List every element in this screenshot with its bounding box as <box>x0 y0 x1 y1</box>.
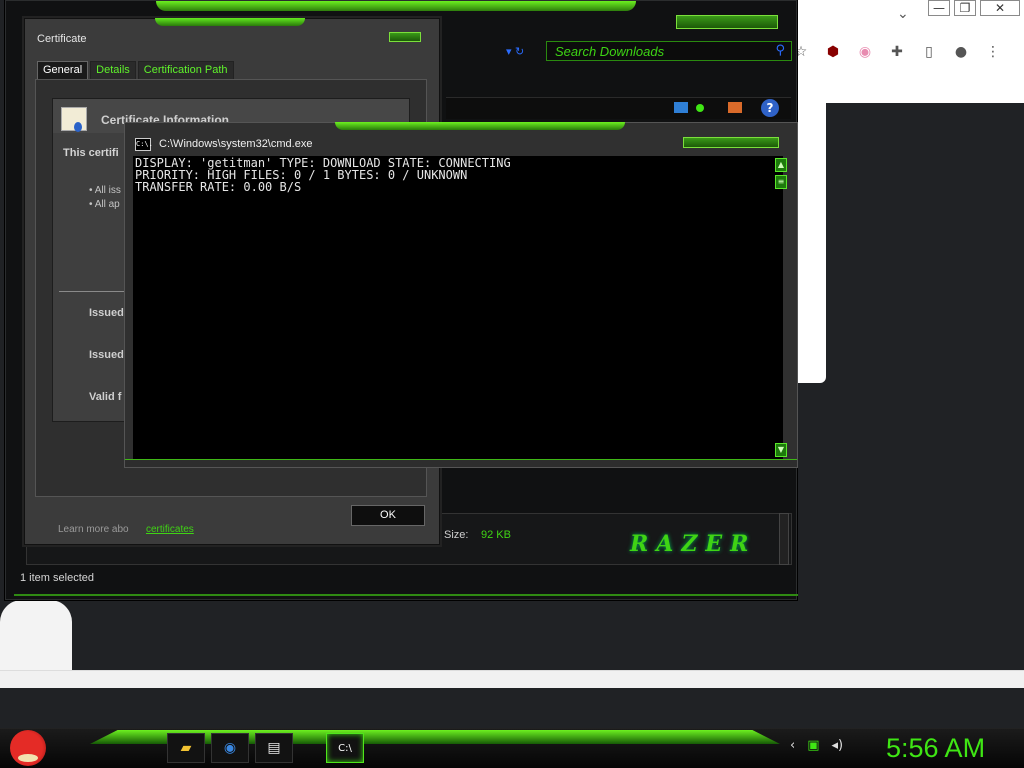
status-bar-text: 1 item selected <box>20 572 94 584</box>
valid-from-label: Valid f <box>89 391 122 403</box>
sidepanel-icon[interactable]: ▯ <box>920 43 938 61</box>
purpose-text: This certifi <box>63 147 119 159</box>
search-icon[interactable]: ⚲ <box>775 43 785 58</box>
bottom-accent <box>14 594 798 596</box>
extensions-icon[interactable]: ✚ <box>888 43 906 61</box>
window-controls[interactable] <box>676 15 778 29</box>
dialog-title: Certificate <box>37 33 87 45</box>
title-glow <box>335 122 625 130</box>
flag-icon[interactable]: ◉ <box>856 43 874 61</box>
explorer-toolbar: ? <box>446 97 791 119</box>
volume-icon[interactable]: ◂) <box>832 738 844 753</box>
window-title: C:\Windows\system32\cmd.exe <box>159 138 313 150</box>
scroll-up-button[interactable]: ▲ <box>775 158 787 172</box>
cmd-icon: C:\. <box>135 138 153 151</box>
cmd-taskbar-icon[interactable]: C:\ <box>326 733 364 763</box>
purpose-bullet: • All iss <box>89 185 121 196</box>
help-icon[interactable]: ? <box>761 99 779 117</box>
certificate-icon <box>61 107 87 132</box>
title-glow <box>156 1 636 11</box>
issued-to-label: Issued <box>89 307 124 319</box>
show-hidden-icons-icon[interactable]: ‹ <box>790 738 795 753</box>
search-placeholder: Search Downloads <box>555 44 665 59</box>
issued-by-label: Issued <box>89 349 124 361</box>
tab-general[interactable]: General <box>37 61 89 80</box>
ublock-icon[interactable]: ⬢ <box>824 43 842 61</box>
chrome-toolbar: ☆ ⬢ ◉ ✚ ▯ ● ⋮ <box>792 38 1002 66</box>
profile-icon[interactable]: ● <box>952 43 970 61</box>
title-glow <box>155 18 305 26</box>
pane-icon[interactable] <box>728 102 742 113</box>
console-line: TRANSFER RATE: 0.00 B/S <box>135 180 302 194</box>
chevron-down-icon[interactable]: ⌄ <box>897 6 909 22</box>
system-tray: ‹ ▣ ◂) <box>790 738 843 753</box>
cmd-window: C:\. C:\Windows\system32\cmd.exe DISPLAY… <box>124 122 798 468</box>
chrome-taskbar-icon[interactable]: ◉ <box>211 733 249 763</box>
size-label: Size: <box>444 529 469 541</box>
network-icon[interactable]: ▣ <box>807 738 819 753</box>
chrome-minimize-button[interactable]: — <box>928 0 950 16</box>
scroll-down-button[interactable]: ▼ <box>775 443 787 457</box>
purpose-bullet: • All ap <box>89 199 120 210</box>
tab-bar: General Details Certification Path <box>37 61 234 80</box>
tab-certification-path[interactable]: Certification Path <box>137 61 234 80</box>
window-bottom-edge <box>125 459 797 467</box>
chrome-close-button[interactable]: ✕ <box>980 0 1020 16</box>
search-input[interactable]: Search Downloads ⚲ <box>546 41 792 61</box>
close-button[interactable] <box>389 32 421 42</box>
console-output[interactable]: DISPLAY: 'getitman' TYPE: DOWNLOAD STATE… <box>133 156 783 459</box>
details-scrollbar[interactable] <box>779 513 789 565</box>
razer-logo: RAZER <box>630 531 757 557</box>
refresh-icon[interactable]: ▾ ↻ <box>506 45 524 58</box>
desktop-strip <box>0 670 1024 688</box>
desktop-widget <box>0 600 72 670</box>
window-controls[interactable] <box>683 137 779 148</box>
file-explorer-taskbar-icon[interactable]: ▰ <box>167 733 205 763</box>
view-icon[interactable] <box>674 102 688 113</box>
taskbar-clock[interactable]: 5:56 AM <box>886 733 985 764</box>
scroll-thumb[interactable]: ≡ <box>775 175 787 189</box>
tab-details[interactable]: Details <box>90 61 136 80</box>
notepad-taskbar-icon[interactable]: ▤ <box>255 733 293 763</box>
start-button-icon[interactable] <box>10 730 46 766</box>
preview-icon[interactable] <box>696 104 704 112</box>
menu-icon[interactable]: ⋮ <box>984 43 1002 61</box>
learn-more-text: Learn more abo <box>58 524 129 535</box>
size-value: 92 KB <box>481 529 511 541</box>
ok-button[interactable]: OK <box>351 505 425 526</box>
learn-more-link[interactable]: certificates <box>146 524 194 535</box>
chrome-restore-button[interactable]: ❐ <box>954 0 976 16</box>
